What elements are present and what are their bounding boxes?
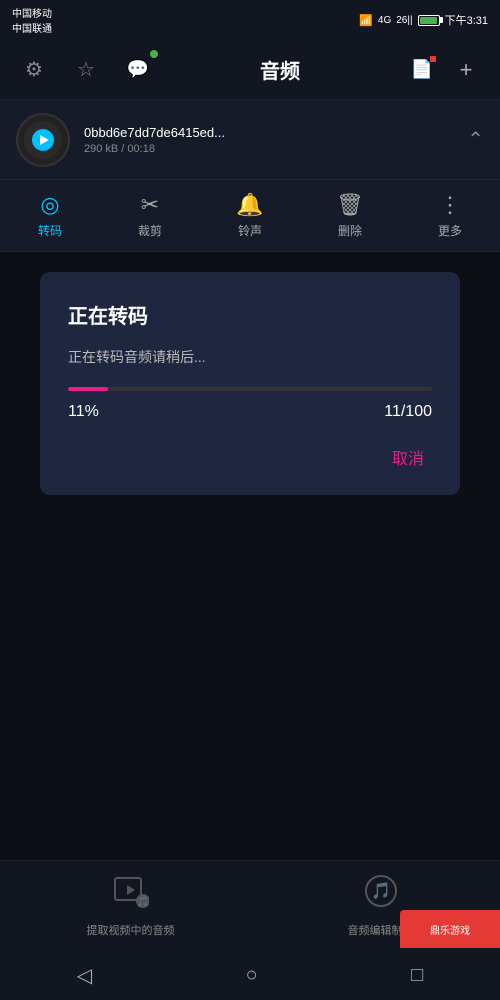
document-button[interactable]: 📄 bbox=[404, 52, 440, 88]
dialog-title: 正在转码 bbox=[68, 300, 432, 329]
watermark: 鼎乐游戏 bbox=[400, 910, 500, 948]
expand-button[interactable]: ⌃ bbox=[467, 127, 484, 152]
extract-audio-icon: 🎵 bbox=[113, 873, 149, 916]
time: 下午3:31 bbox=[445, 12, 488, 28]
status-right: 📶 4G 26|| 下午3:31 bbox=[359, 12, 488, 28]
progress-count: 11/100 bbox=[384, 403, 432, 421]
transcode-icon: ◎ bbox=[40, 192, 59, 218]
cut-icon: ✂ bbox=[141, 192, 159, 218]
carrier-info: 中国移动 中国联通 bbox=[12, 5, 52, 35]
chat-icon: 💬 bbox=[127, 59, 149, 80]
track-name: 0bbd6e7dd7de6415ed... bbox=[84, 125, 453, 140]
chat-button[interactable]: 💬 bbox=[120, 52, 156, 88]
carrier2: 中国联通 bbox=[12, 20, 52, 35]
dialog-overlay: 正在转码 正在转码音频请稍后... 11% 11/100 取消 bbox=[0, 252, 500, 860]
transcode-dialog: 正在转码 正在转码音频请稍后... 11% 11/100 取消 bbox=[40, 272, 460, 495]
main-content: 正在转码 正在转码音频请稍后... 11% 11/100 取消 bbox=[0, 252, 500, 860]
tool-ringtone[interactable]: 🔔 铃声 bbox=[220, 192, 280, 239]
wifi-icon: 📶 bbox=[359, 14, 373, 27]
progress-labels: 11% 11/100 bbox=[68, 403, 432, 421]
carrier1: 中国移动 bbox=[12, 5, 52, 20]
dialog-actions: 取消 bbox=[68, 441, 432, 473]
play-triangle-icon bbox=[40, 135, 49, 145]
chat-badge bbox=[150, 50, 158, 58]
signal-bars: 26|| bbox=[396, 15, 412, 26]
tool-more[interactable]: ⋮ 更多 bbox=[420, 192, 480, 239]
tools-bar: ◎ 转码 ✂ 裁剪 🔔 铃声 🗑 删除 ⋮ 更多 bbox=[0, 180, 500, 252]
top-nav: ⚙ ☆ 💬 音频 📄 + bbox=[0, 40, 500, 100]
progress-bar-fill bbox=[68, 387, 108, 391]
battery-icon bbox=[418, 15, 440, 26]
watermark-text: 鼎乐游戏 bbox=[430, 922, 470, 937]
delete-icon: 🗑 bbox=[336, 192, 364, 218]
status-bar: 中国移动 中国联通 📶 4G 26|| 下午3:31 bbox=[0, 0, 500, 40]
extract-audio-label: 提取视频中的音频 bbox=[87, 922, 175, 938]
tool-transcode[interactable]: ◎ 转码 bbox=[20, 192, 80, 239]
signal-icon: 4G bbox=[378, 15, 391, 26]
home-button[interactable]: ○ bbox=[246, 964, 258, 987]
back-button[interactable]: ◁ bbox=[77, 963, 92, 988]
svg-text:🎵: 🎵 bbox=[136, 896, 148, 908]
add-icon: + bbox=[460, 57, 473, 83]
transcode-label: 转码 bbox=[38, 222, 62, 239]
cancel-button[interactable]: 取消 bbox=[384, 441, 432, 473]
album-art-inner bbox=[24, 121, 62, 159]
more-label: 更多 bbox=[438, 222, 462, 239]
mini-play-button[interactable] bbox=[32, 129, 54, 151]
battery-fill bbox=[420, 17, 437, 24]
tool-delete[interactable]: 🗑 删除 bbox=[320, 192, 380, 239]
svg-text:🎵: 🎵 bbox=[371, 882, 391, 900]
track-meta: 290 kB / 00:18 bbox=[84, 143, 453, 155]
star-icon: ☆ bbox=[77, 57, 95, 82]
delete-label: 删除 bbox=[338, 222, 362, 239]
add-button[interactable]: + bbox=[448, 52, 484, 88]
ringtone-label: 铃声 bbox=[238, 222, 262, 239]
cut-label: 裁剪 bbox=[138, 222, 162, 239]
settings-button[interactable]: ⚙ bbox=[16, 52, 52, 88]
nav-right-icons: 📄 + bbox=[404, 52, 484, 88]
tool-cut[interactable]: ✂ 裁剪 bbox=[120, 192, 180, 239]
album-art bbox=[16, 113, 70, 167]
system-nav: ◁ ○ □ bbox=[0, 950, 500, 1000]
progress-bar-background bbox=[68, 387, 432, 391]
audio-edit-icon: 🎵 bbox=[363, 873, 399, 916]
page-title: 音频 bbox=[172, 55, 388, 84]
favorites-button[interactable]: ☆ bbox=[68, 52, 104, 88]
track-info: 0bbd6e7dd7de6415ed... 290 kB / 00:18 bbox=[84, 125, 453, 155]
progress-percent: 11% bbox=[68, 403, 99, 421]
dialog-message: 正在转码音频请稍后... bbox=[68, 347, 432, 367]
extract-audio-button[interactable]: 🎵 提取视频中的音频 bbox=[87, 873, 175, 938]
ringtone-icon: 🔔 bbox=[236, 192, 263, 218]
settings-icon: ⚙ bbox=[25, 57, 43, 82]
recent-button[interactable]: □ bbox=[411, 964, 423, 987]
now-playing-bar: 0bbd6e7dd7de6415ed... 290 kB / 00:18 ⌃ bbox=[0, 100, 500, 180]
more-icon: ⋮ bbox=[439, 192, 461, 218]
document-icon: 📄 bbox=[411, 59, 433, 80]
